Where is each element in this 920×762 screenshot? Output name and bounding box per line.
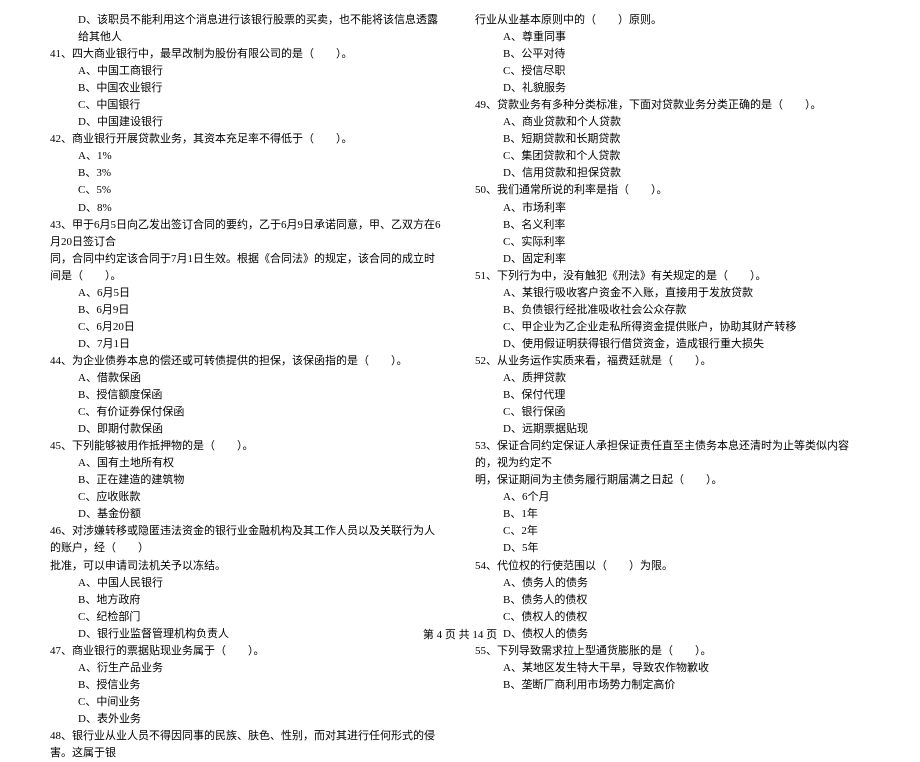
- option-line: D、即期付款保函: [50, 421, 445, 438]
- question-stem: 54、代位权的行使范围以（ ）为限。: [475, 558, 870, 575]
- option-line: C、债权人的债权: [475, 609, 870, 626]
- page-footer: 第 4 页 共 14 页: [0, 626, 920, 642]
- question-stem: 48、银行业从业人员不得因同事的民族、肤色、性别，而对其进行任何形式的侵害。这属…: [50, 728, 445, 762]
- option-line: D、使用假证明获得银行借贷资金，造成银行重大损失: [475, 336, 870, 353]
- option-line: C、实际利率: [475, 234, 870, 251]
- option-line: A、中国工商银行: [50, 63, 445, 80]
- question-stem: 47、商业银行的票据贴现业务属于（ ）。: [50, 643, 445, 660]
- option-line: A、某地区发生特大干旱，导致农作物歉收: [475, 660, 870, 677]
- option-line: D、礼貌服务: [475, 80, 870, 97]
- option-line: D、远期票据贴现: [475, 421, 870, 438]
- option-line: B、公平对待: [475, 46, 870, 63]
- option-line: A、衍生产品业务: [50, 660, 445, 677]
- option-line: C、中间业务: [50, 694, 445, 711]
- option-line: C、中国银行: [50, 97, 445, 114]
- question-stem: 行业从业基本原则中的（ ）原则。: [475, 12, 870, 29]
- option-line: C、甲企业为乙企业走私所得资金提供账户，协助其财产转移: [475, 319, 870, 336]
- question-stem: 49、贷款业务有多种分类标准，下面对贷款业务分类正确的是（ ）。: [475, 97, 870, 114]
- option-line: B、1年: [475, 506, 870, 523]
- option-line: C、有价证券保付保函: [50, 404, 445, 421]
- question-stem: 53、保证合同约定保证人承担保证责任直至主债务本息还清时为止等类似内容的，视为约…: [475, 438, 870, 472]
- option-line: B、名义利率: [475, 217, 870, 234]
- option-line: B、授信业务: [50, 677, 445, 694]
- option-line: C、5%: [50, 182, 445, 199]
- option-line: A、某银行吸收客户资金不入账，直接用于发放贷款: [475, 285, 870, 302]
- option-line: C、应收账款: [50, 489, 445, 506]
- question-stem: 同，合同中约定该合同于7月1日生效。根据《合同法》的规定，该合同的成立时间是（ …: [50, 251, 445, 285]
- option-line: C、授信尽职: [475, 63, 870, 80]
- option-line: B、保付代理: [475, 387, 870, 404]
- option-line: C、集团贷款和个人贷款: [475, 148, 870, 165]
- option-line: A、借款保函: [50, 370, 445, 387]
- option-line: A、1%: [50, 148, 445, 165]
- option-line: D、中国建设银行: [50, 114, 445, 131]
- option-line: B、垄断厂商利用市场势力制定高价: [475, 677, 870, 694]
- option-line: B、6月9日: [50, 302, 445, 319]
- question-stem: 批准，可以申请司法机关予以冻结。: [50, 558, 445, 575]
- option-line: B、债务人的债权: [475, 592, 870, 609]
- option-line: D、该职员不能利用这个消息进行该银行股票的买卖，也不能将该信息透露给其他人: [50, 12, 445, 46]
- option-line: B、授信额度保函: [50, 387, 445, 404]
- question-stem: 52、从业务运作实质来看，福费廷就是（ ）。: [475, 353, 870, 370]
- question-stem: 43、甲于6月5日向乙发出签订合同的要约，乙于6月9日承诺同意，甲、乙双方在6月…: [50, 217, 445, 251]
- option-line: B、短期贷款和长期贷款: [475, 131, 870, 148]
- option-line: D、信用贷款和担保贷款: [475, 165, 870, 182]
- question-stem: 50、我们通常所说的利率是指（ ）。: [475, 182, 870, 199]
- option-line: A、尊重同事: [475, 29, 870, 46]
- option-line: D、5年: [475, 540, 870, 557]
- option-line: D、固定利率: [475, 251, 870, 268]
- option-line: B、3%: [50, 165, 445, 182]
- question-stem: 55、下列导致需求拉上型通货膨胀的是（ ）。: [475, 643, 870, 660]
- option-line: A、债务人的债务: [475, 575, 870, 592]
- option-line: A、中国人民银行: [50, 575, 445, 592]
- question-stem: 51、下列行为中，没有触犯《刑法》有关规定的是（ ）。: [475, 268, 870, 285]
- option-line: A、国有土地所有权: [50, 455, 445, 472]
- option-line: B、中国农业银行: [50, 80, 445, 97]
- option-line: A、6月5日: [50, 285, 445, 302]
- exam-page: D、该职员不能利用这个消息进行该银行股票的买卖，也不能将该信息透露给其他人41、…: [0, 0, 920, 762]
- option-line: C、纪检部门: [50, 609, 445, 626]
- question-stem: 44、为企业债券本息的偿还或可转债提供的担保，该保函指的是（ ）。: [50, 353, 445, 370]
- option-line: B、地方政府: [50, 592, 445, 609]
- option-line: A、6个月: [475, 489, 870, 506]
- option-line: D、基金份额: [50, 506, 445, 523]
- option-line: D、7月1日: [50, 336, 445, 353]
- option-line: D、8%: [50, 200, 445, 217]
- option-line: A、市场利率: [475, 200, 870, 217]
- option-line: C、2年: [475, 523, 870, 540]
- option-line: D、表外业务: [50, 711, 445, 728]
- option-line: A、商业贷款和个人贷款: [475, 114, 870, 131]
- option-line: C、银行保函: [475, 404, 870, 421]
- option-line: B、正在建造的建筑物: [50, 472, 445, 489]
- question-stem: 46、对涉嫌转移或隐匿违法资金的银行业金融机构及其工作人员以及关联行为人的账户，…: [50, 523, 445, 557]
- question-stem: 41、四大商业银行中，最早改制为股份有限公司的是（ ）。: [50, 46, 445, 63]
- question-stem: 明，保证期间为主债务履行期届满之日起（ ）。: [475, 472, 870, 489]
- option-line: C、6月20日: [50, 319, 445, 336]
- question-stem: 45、下列能够被用作抵押物的是（ ）。: [50, 438, 445, 455]
- question-stem: 42、商业银行开展贷款业务，其资本充足率不得低于（ ）。: [50, 131, 445, 148]
- option-line: A、质押贷款: [475, 370, 870, 387]
- option-line: B、负债银行经批准吸收社会公众存款: [475, 302, 870, 319]
